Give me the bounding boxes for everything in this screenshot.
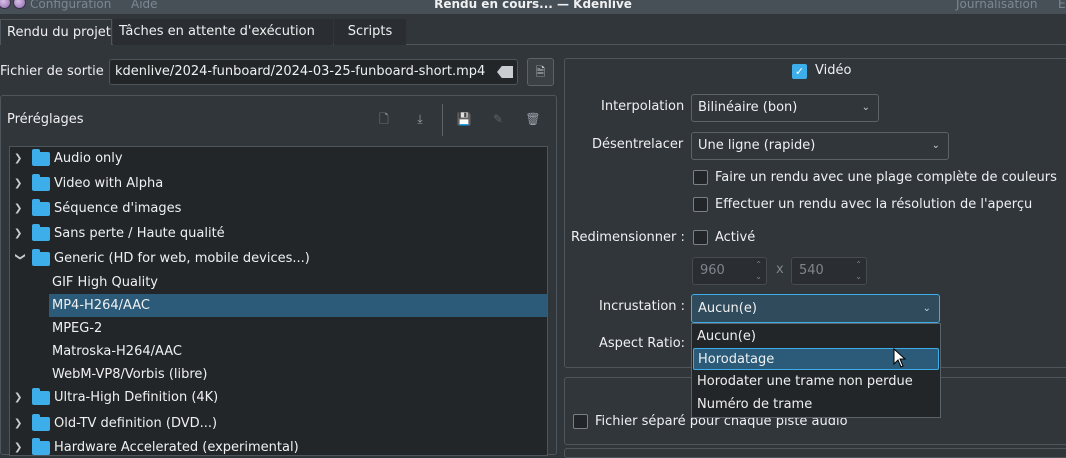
- presets-label: Préréglages: [7, 112, 84, 127]
- chevron-right-icon[interactable]: ❯: [14, 222, 26, 245]
- chevron-right-icon[interactable]: ❯: [14, 197, 26, 220]
- folder-icon: [32, 414, 50, 431]
- full-range-checkbox[interactable]: [693, 170, 708, 185]
- tab-scripts[interactable]: Scripts: [334, 19, 406, 45]
- overlay-option-horodater-trame[interactable]: Horodater une trame non perdue: [693, 371, 939, 393]
- tree-folder-old-tv[interactable]: ❯ Old-TV definition (DVD...): [10, 412, 547, 435]
- new-preset-icon[interactable]: 🗋: [373, 108, 395, 130]
- video-label: Vidéo: [815, 63, 852, 78]
- resize-height-spinbox: 540 ⌃ ⌄: [791, 257, 867, 285]
- chevron-right-icon[interactable]: ❯: [14, 386, 26, 409]
- delete-preset-icon[interactable]: 🗑: [522, 108, 544, 130]
- overlay-option-aucun[interactable]: Aucun(e): [693, 326, 939, 348]
- aspect-ratio-label: Aspect Ratio:: [599, 336, 686, 351]
- tree-folder-uhd[interactable]: ❯ Ultra-High Definition (4K): [10, 386, 547, 409]
- output-file-field[interactable]: kdenlive/2024-funboard/2024-03-25-funboa…: [109, 59, 518, 85]
- deinterlace-label: Désentrelacer: [592, 137, 684, 152]
- overlay-option-numero-trame[interactable]: Numéro de trame: [693, 394, 939, 416]
- edit-preset-icon: ✎: [492, 112, 504, 126]
- chevron-down-icon: ⌄: [861, 102, 870, 113]
- output-file-label: Fichier de sortie: [0, 64, 104, 79]
- toolbar-separator: [442, 104, 443, 136]
- chevron-down-icon: ⌄: [922, 303, 931, 314]
- mouse-cursor-icon: [893, 348, 907, 368]
- clear-icon[interactable]: [497, 66, 513, 78]
- full-range-label: Faire un rendu avec une plage complète d…: [715, 170, 1057, 185]
- folder-icon: [32, 174, 50, 191]
- overlay-value: Aucun(e): [698, 301, 757, 316]
- tab-rendu-du-projet[interactable]: Rendu du projet: [0, 19, 112, 45]
- folder-icon: [32, 149, 50, 166]
- tree-folder-sequence-images[interactable]: ❯ Séquence d'images: [10, 197, 547, 220]
- spin-down-icon: ⌄: [755, 272, 762, 281]
- menu-overflow[interactable]: E: [1058, 0, 1066, 11]
- resize-width-spinbox: 960 ⌃ ⌄: [692, 257, 767, 285]
- folder-icon: [32, 199, 50, 216]
- presets-tree[interactable]: ❯ Audio only ❯ Video with Alpha ❯ Séquen…: [9, 146, 548, 456]
- open-file-button[interactable]: 🗎: [527, 58, 554, 86]
- folder-icon: [32, 388, 50, 405]
- tab-taches-en-attente[interactable]: Tâches en attente d'exécution: [113, 19, 333, 45]
- tree-folder-video-alpha[interactable]: ❯ Video with Alpha: [10, 172, 547, 195]
- overlay-combo[interactable]: Aucun(e) ⌄: [691, 294, 940, 323]
- folder-icon: [32, 224, 50, 241]
- chevron-right-icon[interactable]: ❯: [14, 172, 26, 195]
- menu-journalisation[interactable]: Journalisation: [956, 0, 1037, 11]
- output-file-value: kdenlive/2024-funboard/2024-03-25-funboa…: [115, 64, 486, 79]
- tree-item-matroska[interactable]: Matroska-H264/AAC: [10, 340, 547, 363]
- chevron-right-icon[interactable]: ❯: [14, 412, 26, 435]
- save-preset-icon[interactable]: 💾: [453, 108, 475, 130]
- tree-item-gif[interactable]: GIF High Quality: [10, 271, 547, 294]
- resize-height-value: 540: [799, 263, 824, 278]
- tree-folder-lossless[interactable]: ❯ Sans perte / Haute qualité: [10, 222, 547, 245]
- chevron-down-icon[interactable]: ❯: [10, 253, 32, 265]
- preview-res-checkbox[interactable]: [693, 197, 708, 212]
- title-bar: Configuration Aide Rendu en cours... — K…: [0, 0, 1066, 14]
- tree-item-mpeg2[interactable]: MPEG-2: [10, 317, 547, 340]
- overlay-dropdown-list[interactable]: Aucun(e) Horodatage Horodater une trame …: [691, 323, 941, 418]
- resize-enabled-label: Activé: [715, 230, 756, 245]
- tree-folder-audio-only[interactable]: ❯ Audio only: [10, 147, 547, 170]
- chevron-down-icon: ⌄: [931, 140, 940, 151]
- chevron-right-icon[interactable]: ❯: [14, 436, 26, 455]
- chevron-right-icon[interactable]: ❯: [14, 147, 26, 170]
- spin-down-icon: ⌄: [855, 272, 862, 281]
- download-preset-icon[interactable]: ⤓: [409, 108, 431, 130]
- overlay-label: Incrustation :: [599, 299, 686, 314]
- tree-item-webm[interactable]: WebM-VP8/Vorbis (libre): [10, 363, 547, 386]
- tab-bar: Rendu du projet Tâches en attente d'exéc…: [0, 19, 1066, 45]
- resize-checkbox[interactable]: [693, 230, 708, 245]
- tree-folder-generic[interactable]: ❯ Generic (HD for web, mobile devices...…: [10, 247, 547, 270]
- tree-item-mp4-h264[interactable]: MP4-H264/AAC: [49, 294, 547, 317]
- resize-separator: x: [776, 262, 784, 277]
- video-checkbox[interactable]: ✓: [792, 64, 807, 79]
- next-group: [564, 448, 1066, 458]
- folder-icon: [32, 249, 50, 266]
- window-title: Rendu en cours... — Kdenlive: [434, 0, 632, 11]
- interpolation-value: Bilinéaire (bon): [698, 100, 798, 115]
- tree-folder-hw-accel[interactable]: ❯ Hardware Accelerated (experimental): [10, 436, 547, 455]
- interpolation-label: Interpolation: [601, 99, 685, 114]
- preview-res-label: Effectuer un rendu avec la résolution de…: [715, 197, 1033, 212]
- interpolation-combo[interactable]: Bilinéaire (bon) ⌄: [691, 94, 879, 122]
- file-icon: 🗎: [535, 65, 546, 79]
- folder-icon: [32, 438, 50, 455]
- resize-width-value: 960: [700, 263, 725, 278]
- resize-label: Redimensionner :: [571, 230, 685, 245]
- deinterlace-value: Une ligne (rapide): [698, 138, 816, 153]
- deinterlace-combo[interactable]: Une ligne (rapide) ⌄: [691, 132, 949, 160]
- separate-audio-checkbox[interactable]: [573, 414, 588, 429]
